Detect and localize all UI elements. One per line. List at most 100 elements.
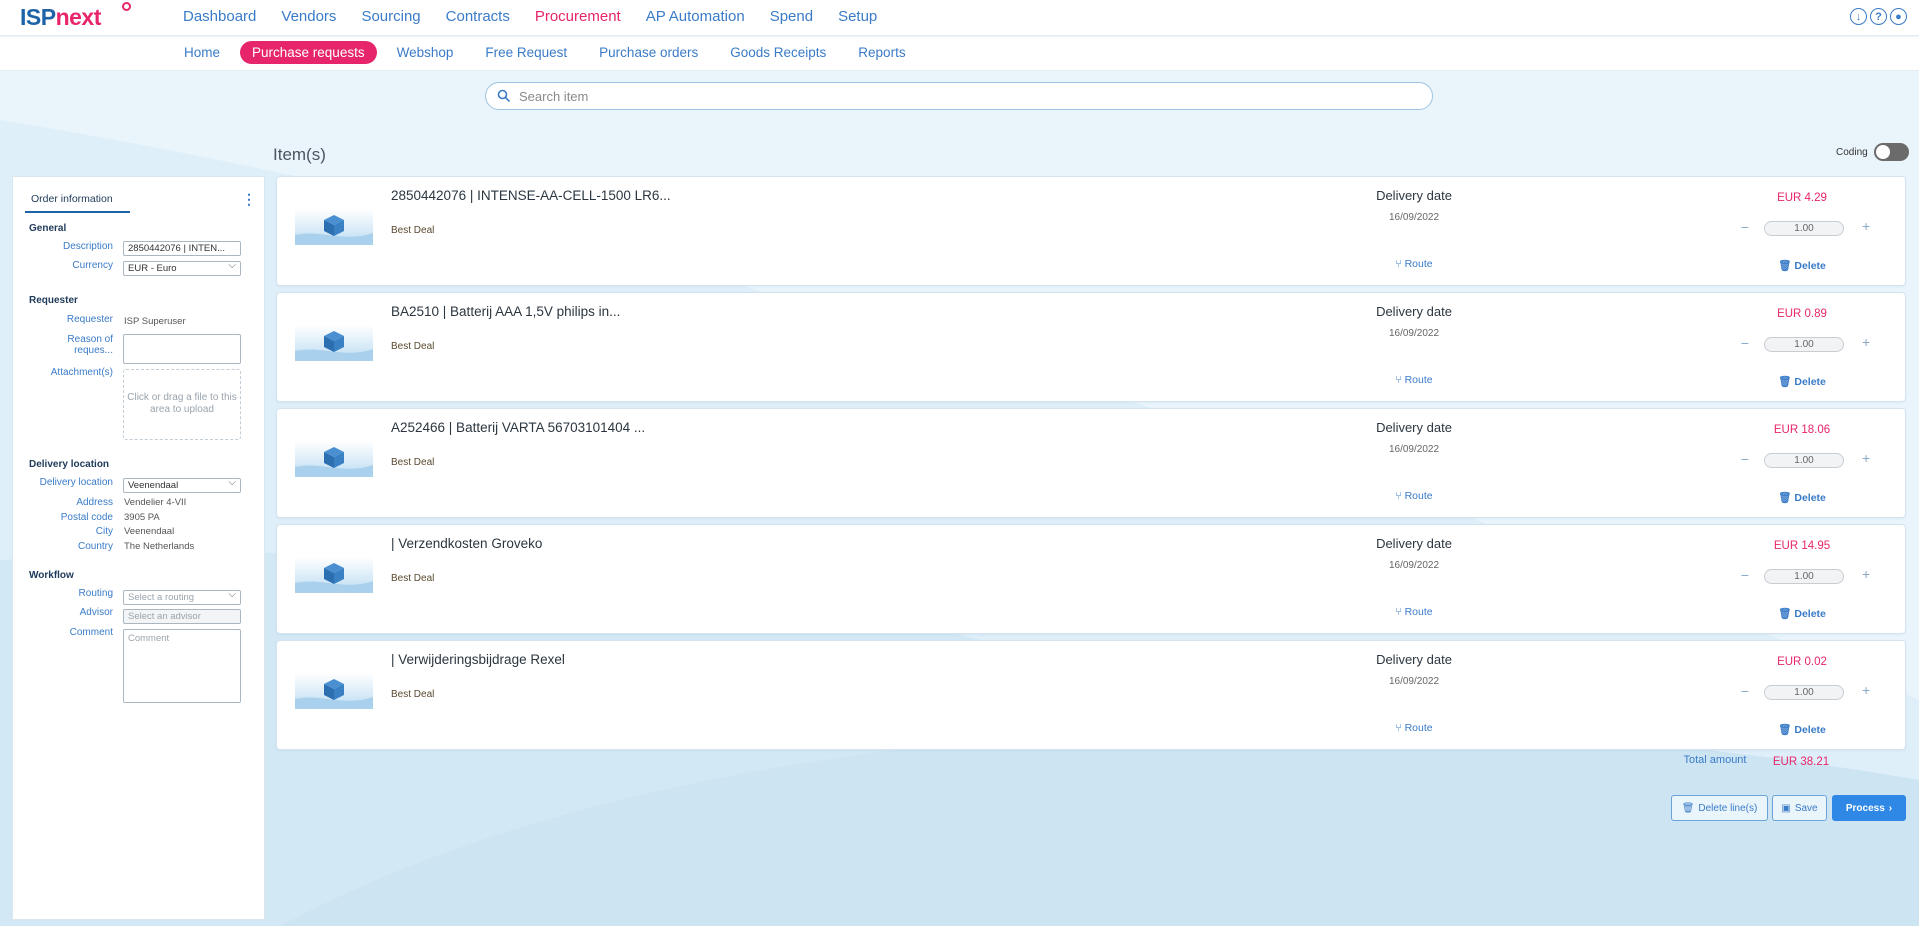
- item-price: EUR 18.06: [1773, 424, 1831, 436]
- route-link[interactable]: ⑂ Route: [1339, 490, 1489, 502]
- delivery-date-label: Delivery date: [1376, 536, 1452, 551]
- nav-ap-automation[interactable]: AP Automation: [646, 0, 745, 34]
- decrease-quantity-button[interactable]: −: [1739, 451, 1751, 467]
- item-price: EUR 14.95: [1773, 540, 1831, 552]
- delivery-date-value[interactable]: 16/09/2022: [1339, 328, 1489, 339]
- process-label: Process: [1845, 802, 1885, 814]
- increase-quantity-button[interactable]: +: [1862, 334, 1870, 350]
- logo-dot-icon: [122, 2, 131, 11]
- quantity-input[interactable]: 1.00: [1764, 569, 1844, 584]
- subnav-reports[interactable]: Reports: [846, 41, 917, 64]
- section-workflow: Workflow: [29, 570, 74, 581]
- route-label: Route: [1404, 258, 1433, 270]
- item-price: EUR 0.02: [1777, 656, 1827, 668]
- item-title[interactable]: A252466 | Batterij VARTA 56703101404 ...: [391, 420, 645, 435]
- delivery-location-select[interactable]: Veenendaal: [123, 478, 241, 493]
- decrease-quantity-button[interactable]: −: [1739, 335, 1751, 351]
- comment-label: Comment: [69, 627, 113, 638]
- route-link[interactable]: ⑂ Route: [1339, 722, 1489, 734]
- save-label: Save: [1794, 802, 1818, 814]
- delivery-date-label: Delivery date: [1376, 304, 1452, 319]
- nav-contracts[interactable]: Contracts: [446, 0, 510, 34]
- nav-dashboard[interactable]: Dashboard: [183, 0, 256, 34]
- route-link[interactable]: ⑂ Route: [1339, 606, 1489, 618]
- item-title[interactable]: 2850442076 | INTENSE-AA-CELL-1500 LR6...: [391, 188, 671, 203]
- save-button[interactable]: ▣ Save: [1772, 795, 1827, 821]
- search-input[interactable]: [519, 88, 1399, 104]
- decrease-quantity-button[interactable]: −: [1739, 219, 1751, 235]
- order-information-panel: Order information ⋮ General Description …: [12, 176, 265, 920]
- section-delivery-location: Delivery location: [29, 459, 110, 470]
- subnav-free-request[interactable]: Free Request: [473, 41, 579, 64]
- delete-item-button[interactable]: 🗑 Delete: [1727, 491, 1877, 504]
- city-value: Veenendaal: [124, 526, 175, 537]
- item-title[interactable]: | Verzendkosten Groveko: [391, 536, 542, 551]
- delivery-date-value[interactable]: 16/09/2022: [1339, 676, 1489, 687]
- save-icon: ▣: [1781, 802, 1791, 814]
- item-card: A252466 | Batterij VARTA 56703101404 ...…: [276, 408, 1906, 518]
- reason-textarea[interactable]: [123, 334, 241, 364]
- delete-lines-label: Delete line(s): [1698, 802, 1758, 814]
- country-value: The Netherlands: [124, 541, 195, 552]
- advisor-select[interactable]: Select an advisor: [123, 609, 241, 624]
- more-options-icon[interactable]: ⋮: [242, 191, 256, 208]
- delete-item-button[interactable]: 🗑 Delete: [1727, 723, 1877, 736]
- coding-toggle[interactable]: [1873, 143, 1909, 161]
- sub-bar: Home Purchase requests Webshop Free Request…: [0, 37, 1919, 71]
- increase-quantity-button[interactable]: +: [1862, 682, 1870, 698]
- tab-order-information[interactable]: Order information: [25, 193, 130, 213]
- delete-item-button[interactable]: 🗑 Delete: [1727, 375, 1877, 388]
- quantity-input[interactable]: 1.00: [1764, 221, 1844, 236]
- subnav-home[interactable]: Home: [172, 41, 232, 64]
- help-icon[interactable]: ?: [1870, 8, 1887, 25]
- subnav-purchase-requests[interactable]: Purchase requests: [240, 41, 377, 64]
- route-icon: ⑂: [1395, 490, 1402, 502]
- decrease-quantity-button[interactable]: −: [1739, 683, 1751, 699]
- subnav-purchase-orders[interactable]: Purchase orders: [587, 41, 710, 64]
- delete-label: Delete: [1794, 608, 1826, 620]
- postal-code-label: Postal code: [60, 512, 113, 523]
- reason-label: Reason of reques...: [67, 334, 113, 356]
- nav-setup[interactable]: Setup: [838, 0, 877, 34]
- item-title[interactable]: BA2510 | Batterij AAA 1,5V philips in...: [391, 304, 620, 319]
- quantity-input[interactable]: 1.00: [1764, 337, 1844, 352]
- nav-vendors[interactable]: Vendors: [281, 0, 336, 34]
- currency-select[interactable]: EUR - Euro: [123, 261, 241, 276]
- routing-select[interactable]: Select a routing: [123, 590, 241, 605]
- download-icon[interactable]: ↓: [1850, 8, 1867, 25]
- user-icon[interactable]: ●: [1890, 8, 1907, 25]
- item-title[interactable]: | Verwijderingsbijdrage Rexel: [391, 652, 565, 667]
- description-field[interactable]: 2850442076 | INTEN...: [123, 241, 241, 256]
- quantity-input[interactable]: 1.00: [1764, 685, 1844, 700]
- subnav-webshop[interactable]: Webshop: [385, 41, 466, 64]
- top-icons: ↓ ? ●: [1850, 8, 1907, 25]
- items-heading: Item(s): [273, 145, 326, 164]
- increase-quantity-button[interactable]: +: [1862, 218, 1870, 234]
- delivery-date-label: Delivery date: [1376, 188, 1452, 203]
- file-upload-area[interactable]: Click or drag a file to this area to upl…: [123, 369, 241, 440]
- route-link[interactable]: ⑂ Route: [1339, 258, 1489, 270]
- nav-spend[interactable]: Spend: [770, 0, 813, 34]
- product-image: [295, 557, 373, 593]
- delete-item-button[interactable]: 🗑 Delete: [1727, 607, 1877, 620]
- route-link[interactable]: ⑂ Route: [1339, 374, 1489, 386]
- process-button[interactable]: Process ›: [1832, 795, 1906, 821]
- delete-lines-button[interactable]: 🗑 Delete line(s): [1671, 795, 1768, 821]
- increase-quantity-button[interactable]: +: [1862, 566, 1870, 582]
- comment-textarea[interactable]: Comment: [123, 629, 241, 703]
- delivery-date-value[interactable]: 16/09/2022: [1339, 212, 1489, 223]
- delete-item-button[interactable]: 🗑 Delete: [1727, 259, 1877, 272]
- ispnext-logo[interactable]: ISPnext: [20, 2, 131, 32]
- nav-procurement[interactable]: Procurement: [535, 0, 621, 34]
- nav-sourcing[interactable]: Sourcing: [361, 0, 420, 34]
- chevron-right-icon: ›: [1888, 802, 1893, 814]
- quantity-input[interactable]: 1.00: [1764, 453, 1844, 468]
- subnav-goods-receipts[interactable]: Goods Receipts: [718, 41, 838, 64]
- decrease-quantity-button[interactable]: −: [1739, 567, 1751, 583]
- delivery-date-value[interactable]: 16/09/2022: [1339, 560, 1489, 571]
- item-price: EUR 4.29: [1777, 192, 1827, 204]
- increase-quantity-button[interactable]: +: [1862, 450, 1870, 466]
- best-deal-label: Best Deal: [391, 225, 435, 236]
- trash-icon: 🗑: [1778, 260, 1792, 272]
- delivery-date-value[interactable]: 16/09/2022: [1339, 444, 1489, 455]
